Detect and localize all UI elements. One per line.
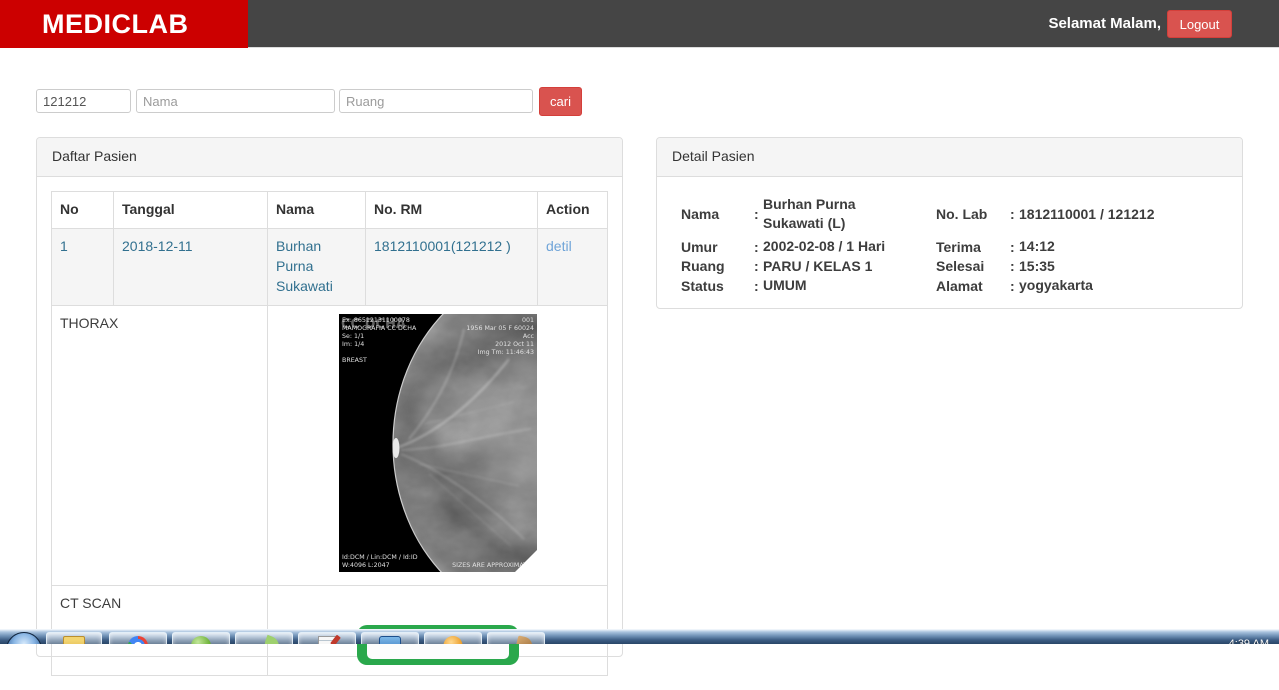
field-label: Status	[681, 278, 754, 294]
field-label: Selesai	[936, 258, 1010, 274]
green-app-icon	[191, 636, 211, 644]
taskbar-button-orange-app[interactable]	[424, 632, 482, 644]
chrome-browser-icon	[128, 636, 148, 644]
field-value: 2002-02-08 / 1 Hari	[763, 237, 885, 256]
nama-input[interactable]	[136, 89, 335, 113]
field-colon: :	[754, 206, 763, 222]
field-value: 14:12	[1019, 237, 1055, 256]
field-colon: :	[754, 239, 763, 255]
field-value: Burhan Purna Sukawati (L)	[763, 195, 913, 233]
detail-field-alamat: Alamat : yogyakarta	[936, 276, 1154, 296]
field-value: yogyakarta	[1019, 276, 1093, 295]
cell-no: 1	[52, 228, 114, 305]
patient-table: No Tanggal Nama No. RM Action 1 2018-12-…	[51, 191, 608, 676]
brand-logo: MEDICLAB	[0, 0, 248, 48]
field-colon: :	[754, 278, 763, 294]
detil-link[interactable]: detil	[546, 238, 572, 254]
logout-button[interactable]: Logout	[1167, 10, 1232, 38]
taskbar-button-green-app[interactable]	[172, 632, 230, 644]
mammo-window: W:4096 L:2047	[342, 562, 390, 569]
cell-nama: Burhan Purna Sukawati	[268, 228, 366, 305]
detail-field-ruang: Ruang : PARU / KELAS 1	[681, 257, 913, 277]
detail-field-nama: Nama : Burhan Purna Sukawati (L)	[681, 191, 913, 237]
mammo-num: 001	[521, 317, 533, 324]
cell-tanggal: 2018-12-11	[114, 228, 268, 305]
detail-field-terima: Terima : 14:12	[936, 237, 1154, 257]
field-label: Alamat	[936, 278, 1010, 294]
exam-name-thorax: THORAX	[52, 305, 268, 585]
table-row: 1 2018-12-11 Burhan Purna Sukawati 18121…	[52, 228, 608, 305]
field-value: 15:35	[1019, 257, 1055, 276]
col-nama: Nama	[268, 192, 366, 229]
brown-brush-icon	[514, 635, 534, 644]
detail-field-selesai: Selesai : 15:35	[936, 257, 1154, 277]
field-value: PARU / KELAS 1	[763, 257, 872, 276]
notepad-icon	[318, 636, 336, 644]
field-colon: :	[754, 258, 763, 274]
field-label: No. Lab	[936, 206, 1010, 222]
mammo-series: Se: 1/1	[342, 333, 364, 340]
orange-app-icon	[444, 636, 463, 644]
field-value: UMUM	[763, 276, 807, 295]
taskbar-button-blue-app[interactable]	[361, 632, 419, 644]
top-bar: MEDICLAB Selamat Malam, Logout	[0, 0, 1279, 48]
cari-button[interactable]: cari	[539, 87, 582, 116]
taskbar-button-notepad[interactable]	[298, 632, 356, 644]
mammo-id-line: Id:DCM / Lin:DCM / Id:ID	[342, 554, 418, 561]
taskbar-button-explorer[interactable]	[46, 632, 102, 644]
field-label: Umur	[681, 239, 754, 255]
leaf-app-icon	[261, 635, 282, 644]
field-label: Ruang	[681, 258, 754, 274]
daftar-pasien-panel: Daftar Pasien No Tanggal Nama No. RM Act…	[36, 137, 623, 657]
field-colon: :	[1010, 239, 1019, 255]
col-no-rm: No. RM	[366, 192, 538, 229]
col-no: No	[52, 192, 114, 229]
daftar-pasien-title: Daftar Pasien	[37, 138, 622, 177]
no-lab-input[interactable]	[36, 89, 131, 113]
field-colon: :	[1010, 258, 1019, 274]
detail-left-column: Nama : Burhan Purna Sukawati (L) Umur : …	[681, 191, 913, 296]
mammo-exam-id: Ex: 86512131100078	[342, 317, 410, 324]
field-colon: :	[1010, 278, 1019, 294]
field-label: Nama	[681, 206, 754, 222]
cell-no-rm: 1812110001(121212 )	[366, 228, 538, 305]
col-action: Action	[538, 192, 608, 229]
field-label: Terima	[936, 239, 1010, 255]
taskbar-button-browser[interactable]	[109, 632, 167, 644]
detail-field-no-lab: No. Lab : 1812110001 / 121212	[936, 191, 1154, 237]
taskbar: 4:39 AM	[0, 629, 1279, 644]
col-tanggal: Tanggal	[114, 192, 268, 229]
mammo-image-num: Im: 1/4	[342, 341, 364, 348]
explorer-folder-icon	[63, 636, 85, 644]
pencil-icon	[330, 635, 341, 644]
mammogram-image: CC DCHA	[339, 314, 537, 572]
detail-field-umur: Umur : 2002-02-08 / 1 Hari	[681, 237, 913, 257]
table-header-row: No Tanggal Nama No. RM Action	[52, 192, 608, 229]
mammo-date: 2012 Oct 11	[495, 341, 534, 348]
mammo-dob: 1956 Mar 05 F 60024	[466, 325, 534, 332]
ruang-input[interactable]	[339, 89, 533, 113]
mammo-study: MAMOGRAFIA CC DCHA	[342, 325, 417, 332]
taskbar-clock: 4:39 AM	[1229, 638, 1269, 644]
detail-pasien-panel: Detail Pasien Nama : Burhan Purna Sukawa…	[656, 137, 1243, 309]
mammo-bodypart: BREAST	[342, 357, 367, 364]
mammo-img-time: Img Tm: 11:46:43	[477, 349, 533, 356]
detail-right-column: No. Lab : 1812110001 / 121212 Terima : 1…	[936, 191, 1154, 296]
taskbar-button-brush-app[interactable]	[487, 632, 545, 644]
blue-app-icon	[379, 636, 401, 644]
detail-field-status: Status : UMUM	[681, 276, 913, 296]
greeting-text: Selamat Malam,	[1048, 0, 1161, 48]
detail-pasien-title: Detail Pasien	[657, 138, 1242, 177]
search-bar: cari	[0, 87, 1279, 117]
field-colon: :	[1010, 206, 1019, 222]
mammo-acc: Acc	[522, 333, 534, 340]
exam-row-thorax: THORAX	[52, 305, 608, 585]
start-button[interactable]	[6, 632, 42, 644]
taskbar-button-leaf-app[interactable]	[235, 632, 293, 644]
field-value: 1812110001 / 121212	[1019, 205, 1154, 224]
